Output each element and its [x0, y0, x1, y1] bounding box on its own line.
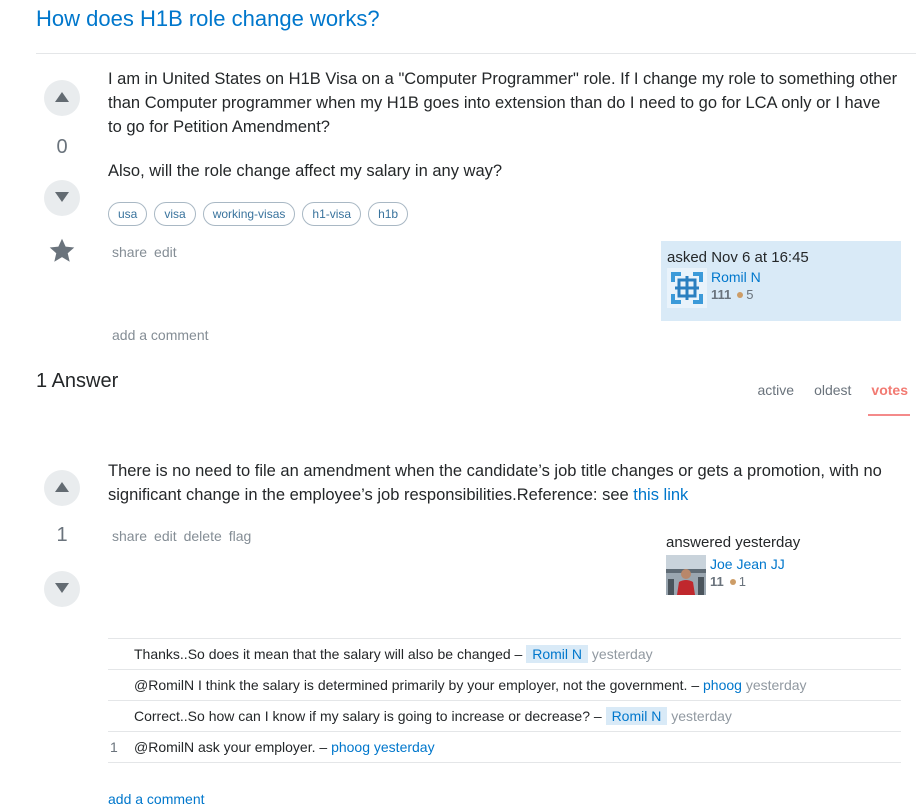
question-body-paragraph-1: I am in United States on H1B Visa on a "…	[108, 70, 898, 136]
question-add-comment-link[interactable]: add a comment	[112, 327, 209, 343]
answer-sort-tabs: active oldest votes	[757, 382, 908, 398]
tag-working-visas[interactable]: working-visas	[202, 202, 296, 226]
asker-reputation: 111 5	[711, 287, 754, 302]
comment-date[interactable]: yesterday	[746, 677, 807, 693]
down-arrow-icon	[55, 192, 69, 202]
comment-text: @RomilN I think the salary is determined…	[134, 677, 704, 693]
answer-score: 1	[56, 524, 68, 546]
answerer-reputation: 11 1	[710, 574, 746, 589]
comment: 1 @RomilN ask your employer. – phoog yes…	[108, 731, 901, 763]
up-arrow-icon	[55, 482, 69, 492]
bronze-badge-icon	[729, 579, 736, 585]
tag-visa[interactable]: visa	[154, 202, 196, 226]
answer-add-comment-link[interactable]: add a comment	[108, 791, 205, 807]
tab-oldest[interactable]: oldest	[814, 382, 851, 398]
avatar[interactable]	[666, 555, 706, 595]
edit-link[interactable]: edit	[154, 244, 177, 260]
favorite-star-icon[interactable]	[48, 237, 76, 265]
answerer-user-card: answered yesterday Joe Jean JJ 11 1	[666, 534, 901, 595]
comment: @RomilN I think the salary is determined…	[108, 669, 901, 700]
asker-name-link[interactable]: Romil N	[711, 268, 761, 286]
tab-votes[interactable]: votes	[871, 382, 908, 398]
tag-h1b[interactable]: h1b	[368, 202, 409, 226]
comment-text: Thanks..So does it mean that the salary …	[134, 646, 527, 662]
comment-date[interactable]: yesterday	[374, 739, 435, 755]
comment-user-link[interactable]: Romil N	[605, 707, 668, 725]
bronze-badge-icon	[737, 292, 744, 298]
comment: Thanks..So does it mean that the salary …	[108, 638, 901, 669]
answer-post-menu: share edit delete flag	[112, 528, 251, 544]
comment-score: 1	[110, 739, 118, 755]
question-tags: usa visa working-visas h1-visa h1b	[108, 202, 409, 226]
answers-count-header: 1 Answer	[36, 370, 119, 392]
comment-date[interactable]: yesterday	[671, 708, 732, 724]
edit-link[interactable]: edit	[154, 528, 177, 544]
comment-user-link[interactable]: Romil N	[526, 645, 589, 663]
flag-link[interactable]: flag	[229, 528, 252, 544]
question-title[interactable]: How does H1B role change works?	[36, 6, 380, 32]
up-arrow-icon	[55, 92, 69, 102]
comment-user-link[interactable]: phoog	[331, 739, 370, 755]
share-link[interactable]: share	[112, 244, 147, 260]
delete-link[interactable]: delete	[184, 528, 222, 544]
comment-user-link[interactable]: phoog	[703, 677, 742, 693]
tag-usa[interactable]: usa	[108, 202, 148, 226]
question-score: 0	[56, 136, 68, 158]
comment-text: @RomilN ask your employer. –	[134, 739, 332, 755]
question-upvote-button[interactable]	[44, 80, 80, 116]
down-arrow-icon	[55, 583, 69, 593]
reference-link[interactable]: this link	[633, 486, 688, 504]
share-link[interactable]: share	[112, 528, 147, 544]
comment-text: Correct..So how can I know if my salary …	[134, 708, 606, 724]
answer-downvote-button[interactable]	[44, 571, 80, 607]
avatar[interactable]	[667, 268, 707, 308]
tag-h1-visa[interactable]: h1-visa	[302, 202, 362, 226]
answer-upvote-button[interactable]	[44, 470, 80, 506]
asker-user-card: asked Nov 6 at 16:45 Romil N 111 5	[661, 241, 901, 321]
question-downvote-button[interactable]	[44, 180, 80, 216]
tab-active[interactable]: active	[757, 382, 794, 398]
comment: Correct..So how can I know if my salary …	[108, 700, 901, 731]
answerer-name-link[interactable]: Joe Jean JJ	[710, 555, 785, 573]
answer-body: There is no need to file an amendment wh…	[108, 462, 882, 504]
answer-comments: Thanks..So does it mean that the salary …	[108, 638, 901, 763]
title-divider	[36, 53, 916, 54]
comment-date[interactable]: yesterday	[592, 646, 653, 662]
question-body-paragraph-2: Also, will the role change affect my sal…	[108, 162, 503, 180]
asked-timestamp: asked Nov 6 at 16:45	[667, 249, 809, 266]
question-post-menu: share edit	[112, 244, 177, 260]
answered-timestamp: answered yesterday	[666, 534, 801, 551]
selected-tab-indicator	[868, 414, 910, 416]
